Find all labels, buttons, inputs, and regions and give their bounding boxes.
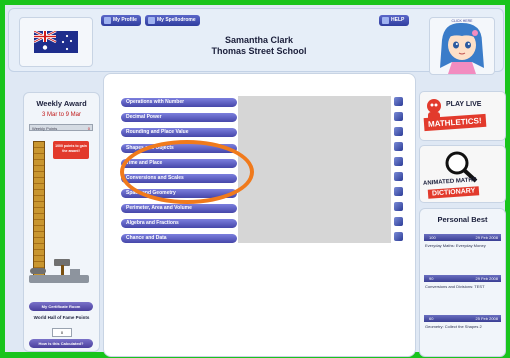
weekly-points-bar: Weekly Points 0 <box>29 124 93 131</box>
my-profile-label: My Profile <box>113 17 137 23</box>
dictionary-label: DICTIONARY <box>427 186 480 199</box>
avatar-character-icon <box>440 22 484 74</box>
play-live-label: PLAY LIVE <box>446 101 482 108</box>
animated-maths-label: ANIMATED MATHS <box>422 177 477 187</box>
main-panel: Operations with Number Decimal Power Rou… <box>103 73 416 357</box>
topic-arrow-button[interactable] <box>394 157 403 166</box>
strength-meter-base <box>29 275 89 283</box>
topic-arrow-button[interactable] <box>394 112 403 121</box>
hammer-icon <box>54 259 80 276</box>
certificate-room-button[interactable]: My Certificate Room <box>29 302 93 311</box>
strength-meter-puck <box>30 268 46 274</box>
hall-of-fame-value: 0 <box>52 328 72 337</box>
topic-arrow-button[interactable] <box>394 172 403 181</box>
personal-best-description: Geometry: Collect the Shapes 2 <box>425 324 482 329</box>
help-label: HELP <box>391 17 405 23</box>
personal-best-score: 90 <box>429 276 434 281</box>
my-profile-button[interactable]: My Profile <box>101 15 141 26</box>
weekly-points-value: 0 <box>87 126 90 131</box>
animated-maths-dictionary-ad[interactable]: ANIMATED MATHS DICTIONARY <box>419 145 506 203</box>
topic-button[interactable]: Algebra and Fractions <box>121 219 237 228</box>
topic-arrow-button[interactable] <box>394 142 403 151</box>
personal-best-panel: Personal Best 100 29 Feb 2008 Everyday M… <box>419 208 506 357</box>
my-spellodrome-label: My Spellodrome <box>157 17 196 23</box>
topic-button[interactable]: Operations with Number <box>121 98 237 107</box>
profile-icon <box>104 17 111 24</box>
strength-meter-pole <box>33 141 45 279</box>
topic-button[interactable]: Rounding and Place Value <box>121 128 237 137</box>
app-frame: My Profile My Spellodrome HELP Samantha … <box>0 0 510 358</box>
weekly-award-title: Weekly Award <box>36 99 87 108</box>
topic-button[interactable]: Decimal Power <box>121 113 237 122</box>
avatar[interactable]: CLICK HERE <box>429 17 495 75</box>
topic-preview-area <box>238 96 391 243</box>
help-button[interactable]: HELP <box>379 15 409 26</box>
personal-best-description: Everyday Maths: Everyday Money <box>425 243 486 248</box>
help-icon <box>382 17 389 24</box>
personal-best-title: Personal Best <box>437 215 488 224</box>
topic-arrow-button[interactable] <box>394 97 403 106</box>
weekly-award-panel: Weekly Award 3 Mar to 9 Mar Weekly Point… <box>23 92 100 352</box>
personal-best-score: 60 <box>429 316 434 321</box>
australian-flag-icon <box>34 31 78 53</box>
award-goal-tag: 1000 points to gain the award! <box>53 141 89 159</box>
highlight-ring <box>120 140 254 204</box>
topic-arrow-button[interactable] <box>394 217 403 226</box>
header: My Profile My Spellodrome HELP Samantha … <box>8 8 504 75</box>
personal-best-date: 29 Feb 2008 <box>475 276 498 281</box>
play-live-mathletics-ad[interactable]: PLAY LIVE MATHLETICS! <box>419 91 506 141</box>
topic-button[interactable]: Chance and Data <box>121 234 237 243</box>
topic-button[interactable]: Perimeter, Area and Volume <box>121 204 237 213</box>
flag-panel <box>19 17 93 67</box>
mathletics-label: MATHLETICS! <box>423 113 487 132</box>
personal-best-score: 100 <box>429 235 436 240</box>
topic-arrow-button[interactable] <box>394 232 403 241</box>
topic-arrow-button[interactable] <box>394 127 403 136</box>
personal-best-entry: 90 29 Feb 2008 <box>424 275 501 282</box>
school-name: Thomas Street School <box>211 46 307 56</box>
personal-best-entry: 100 29 Feb 2008 <box>424 234 501 241</box>
spellodrome-icon <box>148 17 155 24</box>
topic-arrow-button[interactable] <box>394 202 403 211</box>
weekly-points-label: Weekly Points <box>32 126 58 131</box>
hall-of-fame-label: World Hall of Fame Points <box>33 315 90 320</box>
personal-best-date: 29 Feb 2008 <box>475 235 498 240</box>
award-date-range: 3 Mar to 9 Mar <box>41 112 81 118</box>
personal-best-date: 25 Feb 2008 <box>475 316 498 321</box>
how-calculated-button[interactable]: How is this Calculated? <box>29 339 93 348</box>
personal-best-description: Conversions and Divisions: TEST <box>425 284 485 289</box>
my-spellodrome-button[interactable]: My Spellodrome <box>145 15 200 26</box>
student-name: Samantha Clark <box>224 35 294 45</box>
topic-arrow-button[interactable] <box>394 187 403 196</box>
personal-best-entry: 60 25 Feb 2008 <box>424 315 501 322</box>
